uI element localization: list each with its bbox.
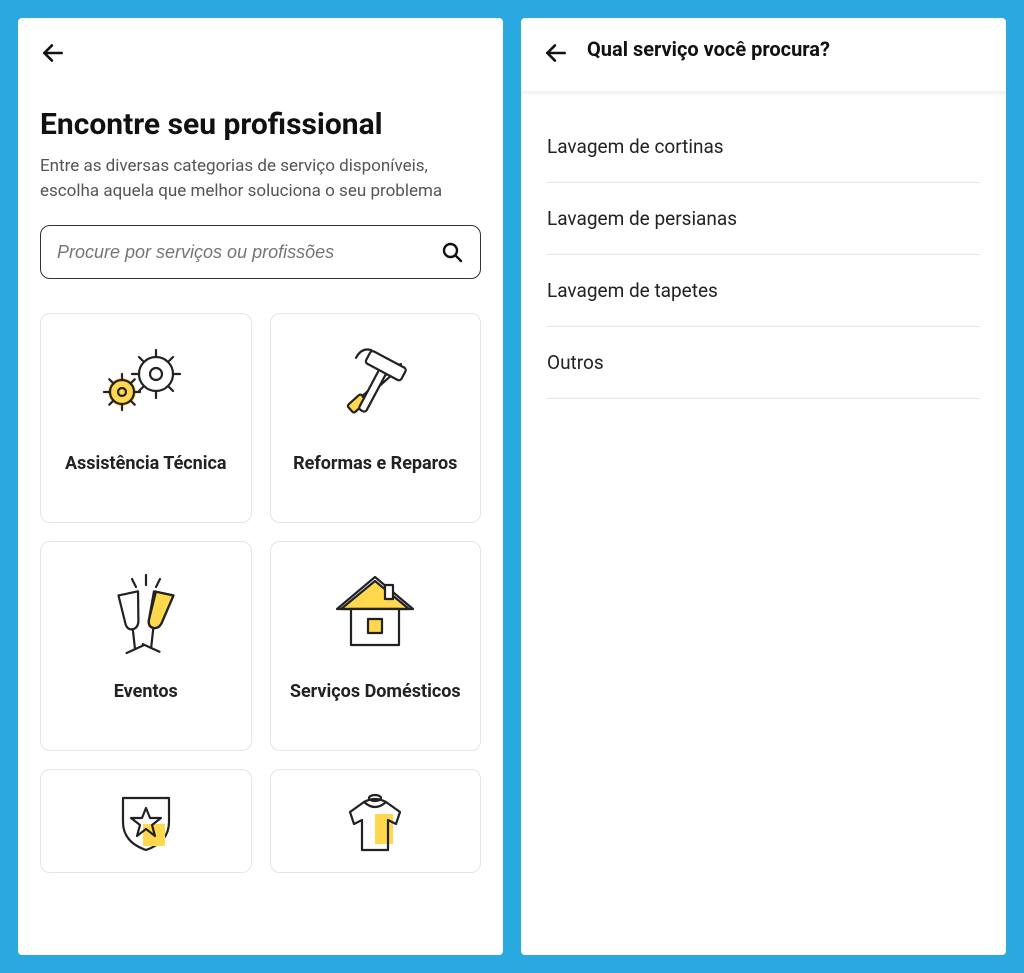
topbar-left	[18, 18, 503, 83]
category-label: Serviços Domésticos	[290, 680, 461, 703]
category-grid: Assistência Técnica	[40, 313, 481, 873]
category-label: Eventos	[114, 680, 178, 703]
shield-star-icon	[111, 792, 181, 852]
gears-icon	[102, 336, 190, 436]
category-card-partial-1[interactable]	[40, 769, 252, 873]
search-input[interactable]	[57, 242, 440, 263]
search-icon	[440, 240, 464, 264]
category-card-partial-2[interactable]	[270, 769, 482, 873]
service-item-lavagem-cortinas[interactable]: Lavagem de cortinas	[547, 111, 980, 183]
screen-categories: Encontre seu profissional Entre as diver…	[18, 18, 503, 955]
header-title: Qual serviço você procura?	[587, 36, 830, 62]
arrow-left-icon	[543, 40, 569, 66]
arrow-left-icon	[40, 40, 66, 66]
page-title: Encontre seu profissional	[40, 107, 481, 142]
content-left: Encontre seu profissional Entre as diver…	[18, 83, 503, 955]
category-label: Assistência Técnica	[65, 452, 227, 475]
back-button[interactable]	[539, 36, 573, 73]
category-card-eventos[interactable]: Eventos	[40, 541, 252, 751]
glasses-icon	[102, 564, 190, 664]
tools-icon	[327, 336, 423, 436]
category-label: Reformas e Reparos	[293, 452, 457, 475]
shirt-icon	[340, 792, 410, 852]
category-card-reformas-reparos[interactable]: Reformas e Reparos	[270, 313, 482, 523]
back-button[interactable]	[36, 36, 70, 73]
topbar-right: Qual serviço você procura?	[521, 18, 1006, 83]
screen-service-select: Qual serviço você procura? Lavagem de co…	[521, 18, 1006, 955]
category-card-servicos-domesticos[interactable]: Serviços Domésticos	[270, 541, 482, 751]
service-item-lavagem-persianas[interactable]: Lavagem de persianas	[547, 183, 980, 255]
service-list: Lavagem de cortinas Lavagem de persianas…	[521, 97, 1006, 399]
search-field[interactable]	[40, 225, 481, 279]
category-card-assistencia-tecnica[interactable]: Assistência Técnica	[40, 313, 252, 523]
service-item-lavagem-tapetes[interactable]: Lavagem de tapetes	[547, 255, 980, 327]
service-item-outros[interactable]: Outros	[547, 327, 980, 399]
page-subtitle: Entre as diversas categorias de serviço …	[40, 154, 481, 203]
house-icon	[331, 564, 419, 664]
